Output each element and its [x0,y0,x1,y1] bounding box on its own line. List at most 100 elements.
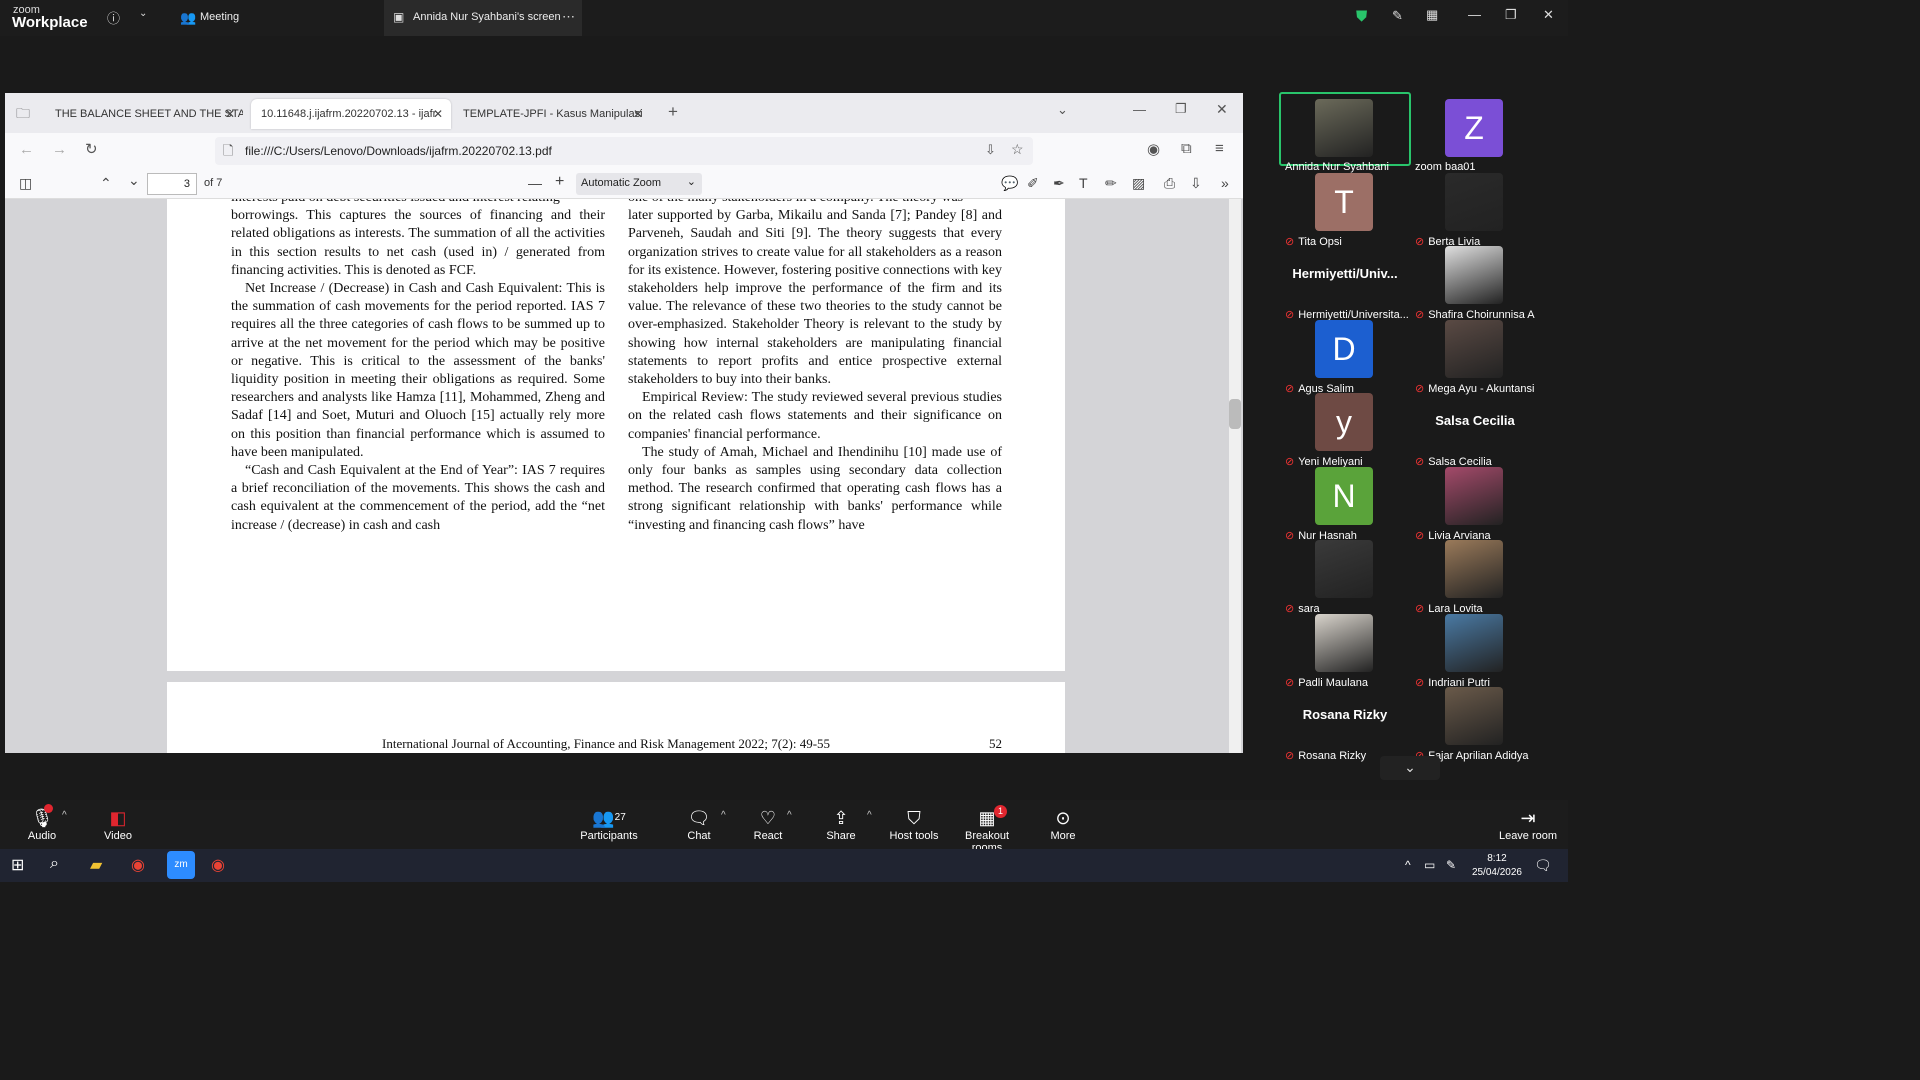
participant-tile[interactable]: Annida Nur Syahbani [1279,92,1411,173]
participant-tile[interactable]: ⊘ Shafira Choirunnisa A [1410,246,1540,321]
shared-screen-tab[interactable]: ▣ Annida Nur Syahbani's screen ⋯ [384,0,582,36]
participant-tile[interactable]: ⊘ Indriani Putri [1410,613,1540,689]
zoom-select[interactable]: Automatic Zoom ⌄ [576,173,702,195]
bookmark-star-icon[interactable]: ☆ [1011,141,1024,158]
participant-tile[interactable]: ⊘Fajar Aprilian Adidya [1410,687,1540,762]
close-tab-icon[interactable]: ✕ [433,107,443,121]
scrollbar-thumb[interactable] [1229,399,1241,429]
text-tool-icon[interactable]: T [1079,175,1088,191]
chrome-icon[interactable]: ◉ [131,855,145,875]
more-button[interactable]: ⊙ More [1044,806,1082,842]
network-icon[interactable]: ▭ [1424,858,1435,872]
participant-tile[interactable]: Rosana Rizky ⊘ Rosana Rizky [1280,687,1410,762]
extensions-icon[interactable]: ⧉ [1181,140,1192,157]
gallery-scroll-down-icon[interactable]: ⌄ [1380,756,1440,780]
browser-tab-1[interactable]: THE BALANCE SHEET AND THE STA ✕ [45,99,243,129]
pdf-scrollbar[interactable] [1229,199,1241,753]
participant-tile[interactable]: ⊘ Livia Arviana [1410,466,1540,542]
chevron-down-icon[interactable]: ⌄ [139,8,147,19]
tab-list-icon[interactable]: 🗀 [16,103,30,127]
participant-tile[interactable]: T ⊘ Tita Opsi [1280,172,1410,248]
participant-tile[interactable]: ⊘ Padli Maulana [1280,613,1410,689]
participants-button[interactable]: 👥27 Participants [580,806,638,842]
zoom-app-icon[interactable]: zm [167,851,195,879]
save-icon[interactable]: ⇩ [1190,175,1202,192]
maximize-icon[interactable]: ❐ [1505,7,1517,23]
account-icon[interactable]: ◉ [1147,140,1160,158]
tray-chevron-icon[interactable]: ^ [1405,858,1411,872]
browser-minimize-icon[interactable]: — [1133,102,1146,117]
participant-tile[interactable]: ⊘ Mega Ayu - Akuntansi [1410,319,1540,395]
layout-icon[interactable]: ▦ [1426,7,1438,23]
search-icon[interactable]: ⌕ [50,855,59,873]
participant-tile[interactable]: ⊘ sara [1280,540,1410,615]
participant-tile[interactable]: y ⊘ Yeni Meliyani [1280,393,1410,468]
annotate-pencil-icon[interactable]: ✎ [1392,8,1403,24]
notifications-icon[interactable]: 🗨 [1534,857,1552,874]
highlight-icon[interactable]: ✒ [1053,175,1065,192]
participant-tile[interactable]: D ⊘ Agus Salim [1280,319,1410,395]
close-tab-icon[interactable]: ✕ [225,107,235,121]
close-icon[interactable]: ✕ [1543,7,1554,23]
share-button[interactable]: ⇪ Share [822,806,860,842]
chat-button[interactable]: 🗨 Chat [680,806,718,842]
tab-overflow-chevron-icon[interactable]: ⌄ [1057,102,1068,118]
audio-button[interactable]: 🎙 Audio [18,804,66,842]
chat-icon: 🗨 [687,808,711,828]
participant-tile[interactable]: ⊘ Berta Livia [1410,172,1540,248]
draw-icon[interactable]: ✏ [1105,175,1117,192]
security-shield-icon[interactable]: ⛊ [1356,8,1367,25]
participant-tile[interactable]: ⊘ Lara Lovita [1410,540,1540,615]
react-button[interactable]: ♡ React [748,806,788,842]
host-tools-button[interactable]: ⛉ Host tools [888,806,940,842]
breakout-rooms-button[interactable]: ▦ Breakout rooms 1 [950,805,1024,854]
browser-restore-icon[interactable]: ❐ [1175,101,1187,117]
breakout-rooms-icon: ▦ [978,808,996,828]
reload-icon[interactable]: ↻ [85,140,98,158]
close-tab-icon[interactable]: ✕ [633,107,643,121]
video-button[interactable]: ◧ Video [96,806,140,842]
windows-start-icon[interactable]: ⊞ [11,855,24,875]
address-bar[interactable]: 🗋 file:///C:/Users/Lenovo/Downloads/ijaf… [215,137,1033,165]
print-icon[interactable]: ⎙ [1164,175,1175,192]
browser-close-icon[interactable]: ✕ [1216,101,1228,118]
react-options-chevron-icon[interactable]: ^ [787,810,792,821]
next-page-icon[interactable]: ⌄ [128,172,140,189]
zoom-out-icon[interactable]: — [528,175,542,191]
chrome-app-icon[interactable]: ◉ [211,855,225,875]
image-icon[interactable]: ▨ [1132,175,1145,192]
browser-tab-3[interactable]: TEMPLATE-JPFI - Kasus Manipulasi ✕ [453,99,651,129]
more-options-icon[interactable]: ⋯ [562,9,575,25]
zoom-in-icon[interactable]: + [555,173,564,191]
audio-options-chevron-icon[interactable]: ^ [62,810,67,821]
previous-page-icon[interactable]: ⌃ [100,175,112,192]
edit-pdf-icon[interactable]: ✐ [1027,175,1039,192]
forward-icon[interactable]: → [52,141,67,158]
pdf-viewer[interactable]: interests paid on debt securities issued… [5,199,1243,753]
share-screen-icon: ⇪ [833,808,849,828]
comment-icon[interactable]: 💬 [1001,175,1018,192]
chat-options-chevron-icon[interactable]: ^ [721,810,726,821]
share-options-chevron-icon[interactable]: ^ [867,810,872,821]
journal-footer: International Journal of Accounting, Fin… [382,736,831,751]
file-explorer-icon[interactable]: ▰ [90,855,102,875]
back-icon[interactable]: ← [19,141,34,158]
system-clock[interactable]: 8:12 25/04/2026 [1472,852,1522,880]
leave-room-button[interactable]: ⇥ Leave room [1498,806,1558,842]
paragraph: “Cash and Cash Equivalent at the End of … [231,463,605,533]
sidebar-toggle-icon[interactable]: ◫ [19,175,32,192]
new-tab-icon[interactable]: + [668,102,678,122]
download-page-icon[interactable]: ⇩ [985,142,996,158]
browser-tab-2[interactable]: 10.11648.j.ijafrm.20220702.13 - ijafr ✕ [251,99,451,129]
participant-tile[interactable]: Salsa Cecilia ⊘ Salsa Cecilia [1410,393,1540,468]
minimize-icon[interactable]: — [1468,7,1481,22]
participant-tile[interactable]: N ⊘ Nur Hasnah [1280,466,1410,542]
page-number-input[interactable]: 3 [147,173,197,195]
info-icon[interactable]: ⓘ [107,8,120,27]
meeting-tab[interactable]: Meeting [200,11,239,23]
more-tools-icon[interactable]: » [1221,175,1229,191]
participant-tile[interactable]: Hermiyetti/Univ... ⊘ Hermiyetti/Universita… [1280,246,1410,321]
pen-icon[interactable]: ✎ [1446,858,1456,872]
menu-icon[interactable]: ≡ [1215,140,1224,157]
participant-tile[interactable]: Zzoom baa01 [1410,99,1540,173]
